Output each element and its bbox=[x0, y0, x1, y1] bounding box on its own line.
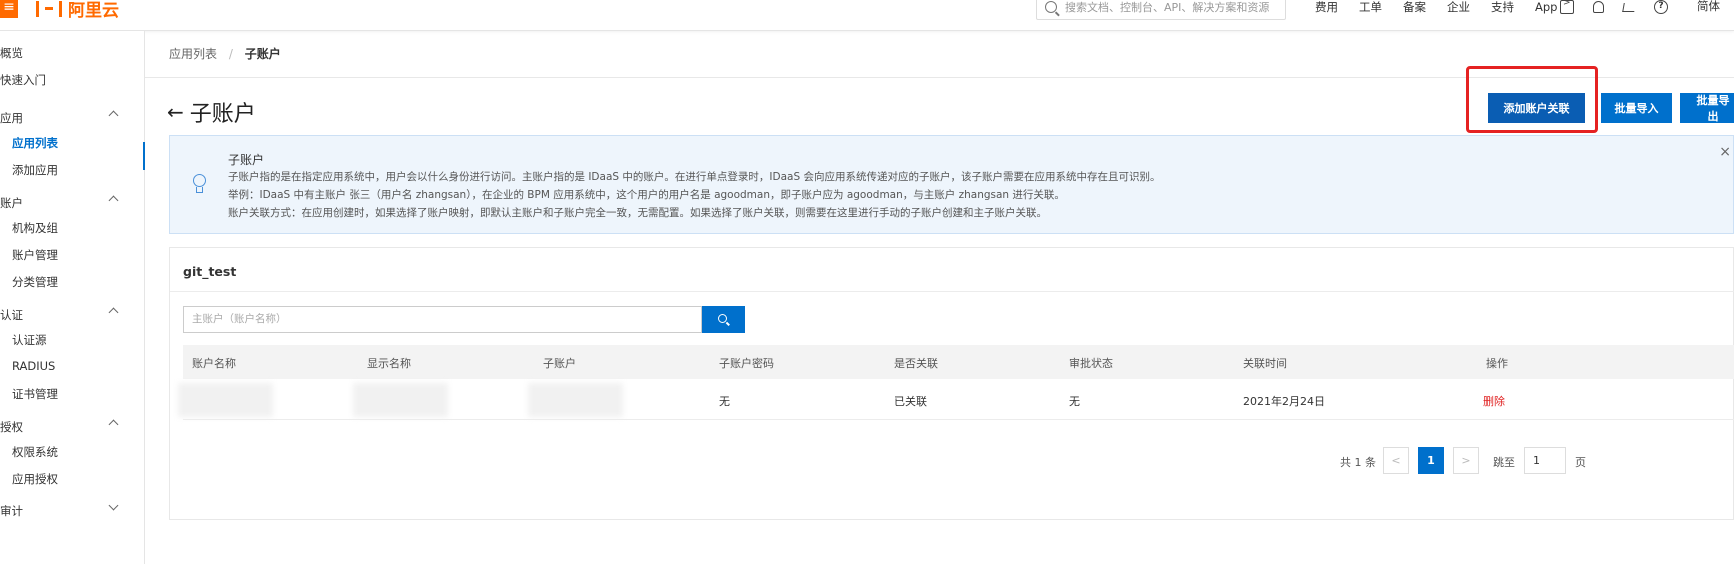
bell-icon[interactable] bbox=[1593, 1, 1604, 13]
search-icon bbox=[1045, 1, 1057, 13]
sidebar-group-authorization[interactable]: 授权 bbox=[0, 419, 145, 439]
sidebar-group-label: 应用 bbox=[0, 111, 23, 125]
top-bar: ≡ 阿里云 搜索文档、控制台、API、解决方案和资源 费用 工单 备案 企业 支… bbox=[0, 0, 1734, 31]
account-search-input[interactable]: 主账户（账户名称） bbox=[183, 306, 702, 333]
sidebar-group-auth[interactable]: 认证 bbox=[0, 307, 145, 327]
nav-support[interactable]: 支持 bbox=[1491, 0, 1514, 15]
nav-app[interactable]: App bbox=[1535, 0, 1557, 14]
terminal-icon[interactable] bbox=[1560, 0, 1574, 14]
pagination-prev[interactable]: < bbox=[1383, 447, 1409, 474]
cell-linked: 已关联 bbox=[894, 395, 927, 408]
main-content: 应用列表 / 子账户 ← 子账户 添加账户关联 批量导入 批量导出 子账户 子账… bbox=[145, 31, 1734, 564]
sidebar: 概览 快速入门 应用 应用列表 添加应用 账户 机构及组 账户管理 分类管理 认… bbox=[0, 31, 145, 564]
column-header: 操作 bbox=[1486, 357, 1508, 370]
sidebar-item-app-list[interactable]: 应用列表 bbox=[12, 135, 58, 151]
redacted-sub-account bbox=[528, 383, 623, 417]
redacted-display-name bbox=[353, 383, 448, 417]
sidebar-group-label: 账户 bbox=[0, 196, 23, 210]
column-header: 关联时间 bbox=[1243, 357, 1287, 370]
pagination-total: 共 1 条 bbox=[1340, 456, 1376, 469]
column-header: 子账户 bbox=[543, 357, 576, 370]
redacted-account-name bbox=[178, 383, 273, 417]
search-icon bbox=[718, 314, 727, 323]
sidebar-group-label: 认证 bbox=[0, 308, 23, 322]
search-placeholder: 搜索文档、控制台、API、解决方案和资源 bbox=[1065, 1, 1270, 14]
sidebar-item-permission-system[interactable]: 权限系统 bbox=[12, 444, 58, 460]
lightbulb-icon bbox=[192, 174, 208, 194]
notice-line: 账户关联方式：在应用创建时，如果选择了账户映射，即默认主账户和子账户完全一致，无… bbox=[228, 207, 1047, 219]
top-nav: 费用 工单 备案 企业 支持 App bbox=[1315, 0, 1578, 14]
sidebar-group-label: 授权 bbox=[0, 420, 23, 434]
help-icon[interactable]: ? bbox=[1654, 0, 1668, 14]
nav-billing[interactable]: 费用 bbox=[1315, 0, 1338, 15]
top-icons: ? bbox=[1560, 0, 1687, 14]
cell-time: 2021年2月24日 bbox=[1243, 395, 1325, 408]
sidebar-item-category-mgmt[interactable]: 分类管理 bbox=[12, 274, 58, 290]
menu-icon[interactable]: ≡ bbox=[0, 0, 18, 18]
pagination-next[interactable]: > bbox=[1453, 447, 1479, 474]
breadcrumb-separator: / bbox=[228, 47, 233, 61]
sidebar-item-add-app[interactable]: 添加应用 bbox=[12, 162, 58, 178]
pagination-page[interactable]: 1 bbox=[1418, 447, 1444, 474]
column-header: 账户名称 bbox=[192, 357, 236, 370]
page-title-text: 子账户 bbox=[189, 102, 256, 127]
sidebar-item-quickstart[interactable]: 快速入门 bbox=[0, 72, 46, 92]
column-header: 是否关联 bbox=[894, 357, 938, 370]
sidebar-item-cert-mgmt[interactable]: 证书管理 bbox=[12, 386, 58, 402]
notice-line: 举例：IDaaS 中有主账户 张三（用户名 zhangsan），在企业的 BPM… bbox=[228, 189, 1065, 201]
language-switch[interactable]: 简体 bbox=[1697, 0, 1720, 14]
sidebar-item-app-authorization[interactable]: 应用授权 bbox=[12, 471, 58, 487]
notice-title: 子账户 bbox=[228, 153, 265, 167]
sidebar-group-label: 审计 bbox=[0, 504, 23, 518]
sidebar-group-apps[interactable]: 应用 bbox=[0, 110, 145, 130]
sidebar-group-accounts[interactable]: 账户 bbox=[0, 195, 145, 215]
table-header: 账户名称 显示名称 子账户 子账户密码 是否关联 审批状态 关联时间 操作 bbox=[183, 345, 1734, 379]
sidebar-item-orgs[interactable]: 机构及组 bbox=[12, 220, 58, 236]
column-header: 显示名称 bbox=[367, 357, 411, 370]
breadcrumb-current: 子账户 bbox=[244, 47, 281, 61]
chevron-up-icon bbox=[108, 195, 119, 206]
nav-enterprise[interactable]: 企业 bbox=[1447, 0, 1470, 15]
cell-password: 无 bbox=[719, 395, 730, 408]
pagination-page-label: 页 bbox=[1575, 456, 1586, 469]
pagination-jump-input[interactable]: 1 bbox=[1524, 447, 1566, 474]
nav-tickets[interactable]: 工单 bbox=[1359, 0, 1382, 15]
add-account-link-button[interactable]: 添加账户关联 bbox=[1488, 93, 1585, 123]
sub-account-panel: git_test 主账户（账户名称） 账户名称 显示名称 子账户 子账户密码 是… bbox=[169, 247, 1734, 520]
bulk-import-button[interactable]: 批量导入 bbox=[1601, 93, 1672, 123]
close-icon[interactable]: × bbox=[1719, 144, 1731, 160]
column-header: 子账户密码 bbox=[719, 357, 774, 370]
table-row: 无 已关联 无 2021年2月24日 删除 bbox=[178, 379, 1734, 420]
delete-link[interactable]: 删除 bbox=[1483, 393, 1505, 409]
column-header: 审批状态 bbox=[1069, 357, 1113, 370]
sidebar-item-account-mgmt[interactable]: 账户管理 bbox=[12, 247, 58, 263]
breadcrumb-parent[interactable]: 应用列表 bbox=[169, 47, 217, 61]
nav-icp[interactable]: 备案 bbox=[1403, 0, 1426, 15]
page-title: ← 子账户 bbox=[167, 96, 256, 128]
chevron-up-icon bbox=[108, 307, 119, 318]
cart-icon[interactable] bbox=[1622, 2, 1636, 12]
pagination-jump-label: 跳至 bbox=[1493, 456, 1515, 469]
bulk-export-button[interactable]: 批量导出 bbox=[1680, 93, 1734, 123]
info-notice: 子账户 子账户指的是在指定应用系统中，用户会以什么身份进行访问。主账户指的是 I… bbox=[169, 135, 1734, 234]
arrow-left-icon[interactable]: ← bbox=[167, 100, 184, 124]
sidebar-item-auth-source[interactable]: 认证源 bbox=[12, 332, 47, 348]
search-button[interactable] bbox=[702, 306, 745, 333]
divider bbox=[170, 291, 1734, 292]
chevron-down-icon bbox=[108, 500, 119, 511]
notice-line: 子账户指的是在指定应用系统中，用户会以什么身份进行访问。主账户指的是 IDaaS… bbox=[228, 171, 1161, 183]
chevron-up-icon bbox=[108, 110, 119, 121]
brand-logo[interactable]: 阿里云 bbox=[36, 0, 119, 21]
chevron-up-icon bbox=[108, 419, 119, 430]
global-search-input[interactable]: 搜索文档、控制台、API、解决方案和资源 bbox=[1036, 0, 1286, 20]
cell-approval: 无 bbox=[1069, 395, 1080, 408]
panel-title: git_test bbox=[183, 264, 237, 279]
sidebar-group-audit[interactable]: 审计 bbox=[0, 500, 145, 523]
brand-name: 阿里云 bbox=[68, 1, 119, 21]
sidebar-item-overview[interactable]: 概览 bbox=[0, 45, 23, 65]
sidebar-item-radius[interactable]: RADIUS bbox=[12, 359, 55, 373]
breadcrumb: 应用列表 / 子账户 bbox=[169, 45, 281, 62]
aliyun-logo-icon bbox=[36, 0, 62, 17]
